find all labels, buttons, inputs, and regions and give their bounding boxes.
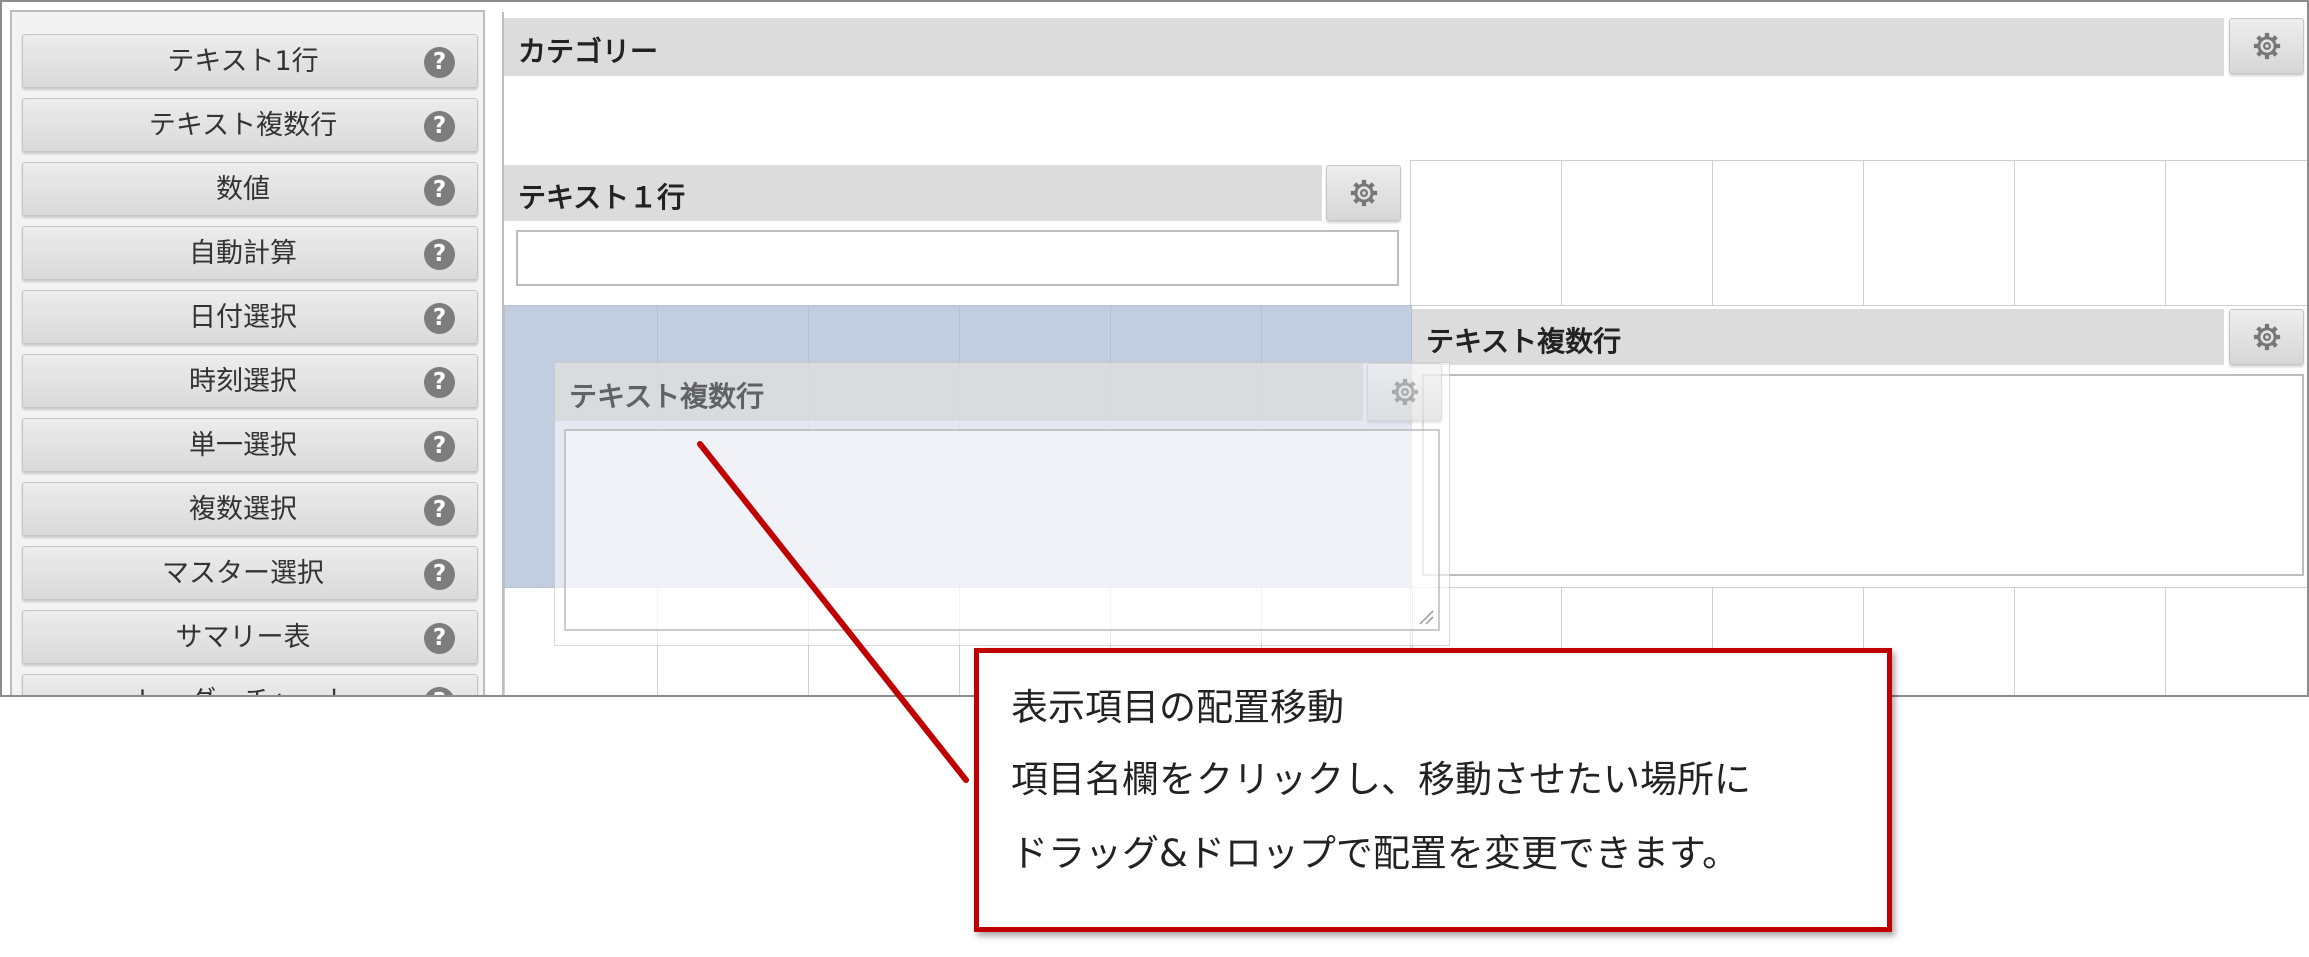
palette-item-text-multi[interactable]: テキスト複数行 ? [22,98,478,152]
palette-item-label: レーダーチャート [23,675,463,695]
gear-icon [1350,179,1377,207]
grid-cell [1712,160,1864,306]
help-icon[interactable]: ? [424,175,455,206]
grid-cell [1863,160,2015,306]
drag-ghost-header[interactable]: テキスト複数行 [555,363,1363,421]
gear-icon [2253,323,2280,351]
palette-item-number[interactable]: 数値 ? [22,162,478,216]
palette-item-auto-calc[interactable]: 自動計算 ? [22,226,478,280]
help-icon[interactable]: ? [424,239,455,270]
resize-grip-icon [1419,610,1434,625]
help-icon[interactable]: ? [424,623,455,654]
text-single-field-title: テキスト１行 [518,181,686,214]
category-settings-button[interactable] [2229,18,2304,74]
callout-text-line: 項目名欄をクリックし、移動させたい場所に [1011,758,1751,801]
drag-ghost[interactable]: テキスト複数行 [554,362,1450,646]
help-icon[interactable]: ? [424,47,455,78]
palette-item-text-single[interactable]: テキスト1行 ? [22,34,478,88]
grid-cell [2014,160,2166,306]
category-header[interactable]: カテゴリー [504,18,2224,76]
palette-item-radar-chart[interactable]: レーダーチャート ? [22,674,478,695]
palette-item-label: 複数選択 [189,494,297,525]
callout-title: 表示項目の配置移動 [1011,686,1344,729]
text-multi-textarea[interactable] [1422,374,2304,576]
text-single-field-header[interactable]: テキスト１行 [504,165,1322,221]
grid-cell [1561,160,1713,306]
drag-ghost-settings-button[interactable] [1367,363,1442,421]
gear-icon [1391,378,1418,406]
palette-item-single-select[interactable]: 単一選択 ? [22,418,478,472]
palette-item-label: 単一選択 [189,430,297,461]
callout-text-line: ドラッグ&ドロップで配置を変更できます。 [1011,832,1740,875]
field-palette: テキスト1行 ? テキスト複数行 ? 数値 ? 自動計算 ? 日付選択 ? 時刻… [10,10,485,695]
grid-cell [2014,587,2166,695]
drag-ghost-textarea [564,429,1440,631]
palette-item-label: 時刻選択 [189,366,297,397]
help-icon[interactable]: ? [424,367,455,398]
palette-item-time[interactable]: 時刻選択 ? [22,354,478,408]
palette-item-summary-table[interactable]: サマリー表 ? [22,610,478,664]
palette-item-label: 数値 [216,174,270,205]
help-icon[interactable]: ? [424,431,455,462]
palette-item-multi-select[interactable]: 複数選択 ? [22,482,478,536]
text-multi-settings-button[interactable] [2229,309,2304,365]
gear-icon [2253,32,2280,60]
palette-item-label: テキスト1行 [167,46,319,77]
form-editor-window: テキスト1行 ? テキスト複数行 ? 数値 ? 自動計算 ? 日付選択 ? 時刻… [0,0,2309,697]
grid-cell [2165,587,2307,695]
grid-cell [2165,160,2307,306]
palette-item-date[interactable]: 日付選択 ? [22,290,478,344]
palette-item-label: テキスト複数行 [148,110,338,141]
palette-item-master-select[interactable]: マスター選択 ? [22,546,478,600]
category-title: カテゴリー [518,35,659,68]
help-icon[interactable]: ? [424,495,455,526]
text-single-input[interactable] [516,230,1399,286]
drag-ghost-title: テキスト複数行 [569,380,765,413]
palette-item-label: サマリー表 [175,622,311,653]
grid-cell [1410,160,1562,306]
palette-item-label: 日付選択 [189,302,297,333]
layout-canvas: カテゴリー テキスト１行 テキスト複数行 テキスト複数行 [502,12,2307,695]
callout-box: 表示項目の配置移動 項目名欄をクリックし、移動させたい場所に ドラッグ&ドロップ… [974,648,1892,932]
help-icon[interactable]: ? [424,559,455,590]
help-icon[interactable]: ? [424,111,455,142]
text-multi-field-title: テキスト複数行 [1426,325,1622,358]
text-multi-field-header[interactable]: テキスト複数行 [1412,309,2224,365]
palette-item-label: マスター選択 [162,558,324,589]
palette-item-label: 自動計算 [189,238,297,269]
help-icon[interactable]: ? [424,303,455,334]
text-single-settings-button[interactable] [1326,165,1401,221]
